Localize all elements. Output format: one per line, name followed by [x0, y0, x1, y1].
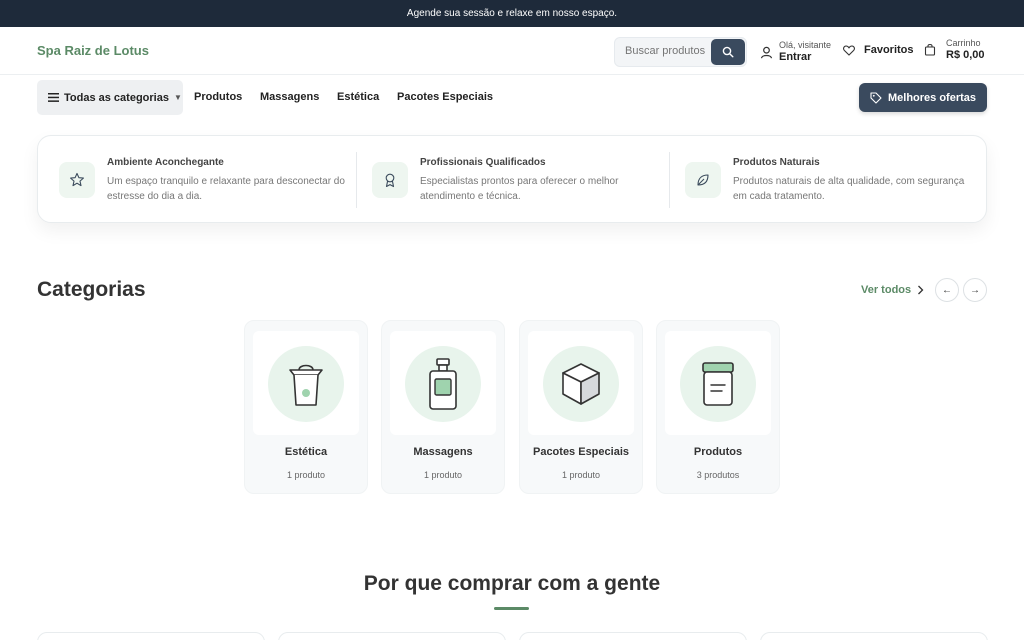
nav-link-massagens[interactable]: Massagens — [260, 91, 319, 103]
main-nav: Todas as categorias ▼ Produtos Massagens… — [0, 80, 1024, 116]
jar-icon — [680, 346, 756, 422]
favorites-label: Favoritos — [864, 44, 914, 56]
category-count: 1 produto — [423, 470, 463, 480]
feature-item: Produtos Naturais Produtos naturais de a… — [664, 136, 977, 222]
category-name: Produtos — [693, 446, 743, 458]
feature-description: Especialistas prontos para oferecer o me… — [420, 176, 619, 202]
category-name: Estética — [284, 446, 328, 458]
arrow-left-icon: ← — [942, 284, 952, 296]
user-greeting: Olá, visitante — [779, 40, 832, 50]
cart-link[interactable]: Carrinho R$ 0,00 — [924, 38, 985, 61]
feature-description: Um espaço tranquilo e relaxante para des… — [107, 176, 345, 202]
benefit-card — [760, 632, 988, 640]
category-name: Massagens — [413, 446, 473, 458]
search-input[interactable] — [625, 45, 707, 57]
bottle-icon — [405, 346, 481, 422]
feature-title: Profissionais Qualificados — [420, 157, 546, 168]
best-deals-button[interactable]: Melhores ofertas — [859, 83, 987, 112]
nav-link-produtos[interactable]: Produtos — [194, 91, 242, 103]
arrow-right-icon: → — [970, 284, 980, 296]
cart-label: Carrinho — [946, 38, 981, 48]
login-label: Entrar — [779, 50, 812, 63]
feature-item: Profissionais Qualificados Especialistas… — [351, 136, 664, 222]
user-icon — [760, 46, 773, 58]
cart-total: R$ 0,00 — [946, 48, 985, 61]
favorites-link[interactable]: Favoritos — [843, 44, 914, 56]
categories-title: Categorias — [37, 278, 146, 301]
site-logo[interactable]: Spa Raiz de Lotus — [37, 43, 149, 58]
account-link[interactable]: Olá, visitante Entrar — [760, 39, 831, 65]
feature-description: Produtos naturais de alta qualidade, com… — [733, 176, 965, 202]
menu-icon — [48, 93, 59, 102]
heart-icon — [843, 44, 855, 56]
chevron-right-icon — [918, 285, 924, 295]
category-count: 1 produto — [561, 470, 601, 480]
category-card-produtos[interactable]: Produtos 3 produtos — [656, 320, 780, 494]
see-all-label: Ver todos — [861, 284, 912, 296]
carousel-next-button[interactable]: → — [963, 278, 987, 302]
star-icon — [59, 162, 95, 198]
benefit-card — [519, 632, 747, 640]
category-image — [528, 331, 634, 435]
category-card-pacotes[interactable]: Pacotes Especiais 1 produto — [519, 320, 643, 494]
announcement-bar: Agende sua sessão e relaxe em nosso espa… — [0, 0, 1024, 27]
category-image — [253, 331, 359, 435]
award-icon — [372, 162, 408, 198]
feature-item: Ambiente Aconchegante Um espaço tranquil… — [38, 136, 351, 222]
search-box — [614, 37, 747, 67]
title-underline — [494, 607, 529, 610]
carousel-prev-button[interactable]: ← — [935, 278, 959, 302]
search-button[interactable] — [711, 39, 745, 65]
category-name: Pacotes Especiais — [532, 446, 629, 458]
see-all-link[interactable]: Ver todos — [861, 284, 924, 296]
features-panel: Ambiente Aconchegante Um espaço tranquil… — [37, 135, 987, 223]
bag-icon — [268, 346, 344, 422]
feature-title: Ambiente Aconchegante — [107, 157, 224, 168]
box-icon — [543, 346, 619, 422]
benefit-card — [37, 632, 265, 640]
announcement-text: Agende sua sessão e relaxe em nosso espa… — [406, 8, 618, 19]
shopping-bag-icon — [924, 44, 936, 57]
category-card-massagens[interactable]: Massagens 1 produto — [381, 320, 505, 494]
benefit-card — [278, 632, 506, 640]
category-image — [665, 331, 771, 435]
leaf-icon — [685, 162, 721, 198]
category-count: 3 produtos — [696, 470, 740, 480]
best-deals-label: Melhores ofertas — [887, 91, 977, 104]
nav-link-pacotes[interactable]: Pacotes Especiais — [397, 91, 493, 103]
tag-icon — [870, 91, 882, 104]
all-categories-button[interactable]: Todas as categorias ▼ — [37, 80, 183, 115]
category-card-estetica[interactable]: Estética 1 produto — [244, 320, 368, 494]
chevron-down-icon: ▼ — [173, 93, 182, 102]
nav-link-estetica[interactable]: Estética — [337, 91, 379, 103]
all-categories-label: Todas as categorias — [64, 91, 169, 104]
search-icon — [722, 46, 734, 58]
feature-title: Produtos Naturais — [733, 157, 820, 168]
category-image — [390, 331, 496, 435]
category-count: 1 produto — [286, 470, 326, 480]
site-header: Spa Raiz de Lotus Olá, visitante Entrar … — [0, 27, 1024, 75]
why-buy-title: Por que comprar com a gente — [363, 572, 661, 595]
